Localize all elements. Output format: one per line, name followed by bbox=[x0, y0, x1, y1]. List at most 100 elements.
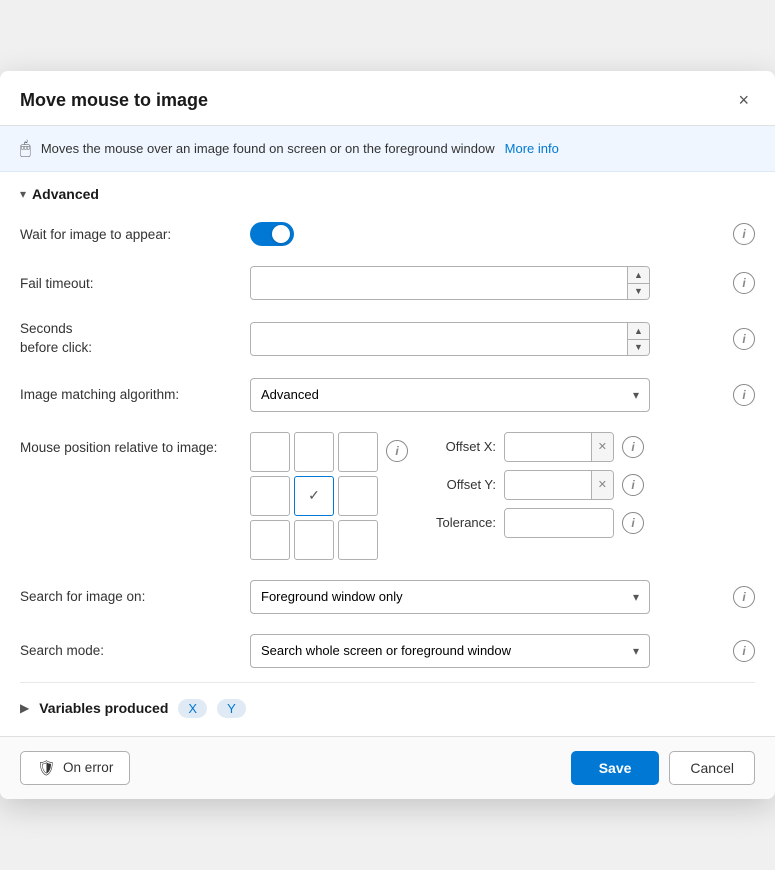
image-matching-info[interactable]: i bbox=[733, 384, 755, 406]
position-grid: ✓ bbox=[250, 432, 378, 560]
offset-y-clear[interactable]: ✕ bbox=[591, 471, 613, 499]
chevron-down-icon3: ▾ bbox=[633, 644, 639, 658]
image-matching-dropdown[interactable]: Advanced ▾ bbox=[250, 378, 650, 412]
offset-x-info[interactable]: i bbox=[622, 436, 644, 458]
mouse-position-control: ✓ i Offset X: 0 ✕ bbox=[250, 432, 755, 560]
dialog-header: Move mouse to image × bbox=[0, 71, 775, 126]
offset-y-label: Offset Y: bbox=[426, 477, 496, 492]
mouse-position-row: Mouse position relative to image: ✓ bbox=[20, 422, 755, 570]
offset-y-input[interactable]: 0 bbox=[505, 471, 591, 499]
mouse-position-label: Mouse position relative to image: bbox=[20, 432, 240, 455]
advanced-section-label: Advanced bbox=[32, 186, 99, 202]
toggle-thumb bbox=[272, 225, 290, 243]
tolerance-spinner: 10 ▲ ▼ bbox=[504, 508, 614, 538]
fail-timeout-control: 30 ▲ ▼ bbox=[250, 266, 723, 300]
search-for-image-dropdown[interactable]: Foreground window only ▾ bbox=[250, 580, 650, 614]
wait-for-image-info[interactable]: i bbox=[733, 223, 755, 245]
position-cell-mr[interactable] bbox=[338, 476, 378, 516]
save-button[interactable]: Save bbox=[571, 751, 660, 785]
position-grid-info[interactable]: i bbox=[386, 440, 408, 462]
fail-timeout-label: Fail timeout: bbox=[20, 276, 240, 291]
fail-timeout-input[interactable]: 30 bbox=[251, 267, 627, 299]
search-mode-info[interactable]: i bbox=[733, 640, 755, 662]
chevron-down-icon2: ▾ bbox=[633, 590, 639, 604]
more-info-link[interactable]: More info bbox=[505, 141, 559, 156]
info-banner-text: Moves the mouse over an image found on s… bbox=[41, 141, 495, 156]
variables-expand-icon: ▶ bbox=[20, 701, 29, 715]
fail-timeout-info[interactable]: i bbox=[733, 272, 755, 294]
seconds-before-click-down[interactable]: ▼ bbox=[628, 340, 649, 356]
image-matching-control: Advanced ▾ bbox=[250, 378, 723, 412]
position-cell-bc[interactable] bbox=[294, 520, 334, 560]
tolerance-input[interactable]: 10 bbox=[505, 509, 614, 537]
seconds-before-click-spinner: 0 ▲ ▼ bbox=[250, 322, 650, 356]
variable-badge-x: X bbox=[178, 699, 207, 718]
variable-badge-y: Y bbox=[217, 699, 246, 718]
position-cell-br[interactable] bbox=[338, 520, 378, 560]
seconds-before-click-input[interactable]: 0 bbox=[251, 323, 627, 355]
variables-row[interactable]: ▶ Variables produced X Y bbox=[20, 687, 755, 726]
fail-timeout-spinner: 30 ▲ ▼ bbox=[250, 266, 650, 300]
dialog-container: Move mouse to image × 🖱 Moves the mouse … bbox=[0, 71, 775, 799]
tolerance-label: Tolerance: bbox=[426, 515, 496, 530]
seconds-before-click-label: Seconds before click: bbox=[20, 320, 240, 358]
fail-timeout-up[interactable]: ▲ bbox=[628, 267, 649, 284]
seconds-before-click-info[interactable]: i bbox=[733, 328, 755, 350]
position-cell-tc[interactable] bbox=[294, 432, 334, 472]
wait-for-image-row: Wait for image to appear: i bbox=[20, 212, 755, 256]
offset-y-input-wrap: 0 ✕ bbox=[504, 470, 614, 500]
offset-y-row: Offset Y: 0 ✕ i bbox=[426, 470, 644, 500]
dialog-body: ▾ Advanced Wait for image to appear: i F… bbox=[0, 172, 775, 736]
seconds-before-click-row: Seconds before click: 0 ▲ ▼ i bbox=[20, 310, 755, 368]
offset-x-input[interactable]: 0 bbox=[505, 433, 591, 461]
offset-area: Offset X: 0 ✕ i Offset Y: 0 ✕ bbox=[426, 432, 644, 538]
mouse-position-section: ✓ i Offset X: 0 ✕ bbox=[250, 432, 644, 560]
search-for-image-control: Foreground window only ▾ bbox=[250, 580, 723, 614]
section-divider bbox=[20, 682, 755, 683]
offset-x-label: Offset X: bbox=[426, 439, 496, 454]
image-matching-row: Image matching algorithm: Advanced ▾ i bbox=[20, 368, 755, 422]
search-mode-control: Search whole screen or foreground window… bbox=[250, 634, 723, 668]
dialog-footer: 🛡 On error Save Cancel bbox=[0, 736, 775, 799]
search-for-image-value: Foreground window only bbox=[261, 589, 403, 604]
position-cell-tl[interactable] bbox=[250, 432, 290, 472]
advanced-section-header[interactable]: ▾ Advanced bbox=[20, 172, 755, 212]
fail-timeout-spinner-buttons: ▲ ▼ bbox=[627, 267, 649, 299]
search-mode-label: Search mode: bbox=[20, 643, 240, 658]
tolerance-info[interactable]: i bbox=[622, 512, 644, 534]
fail-timeout-down[interactable]: ▼ bbox=[628, 284, 649, 300]
mouse-icon: 🖱 bbox=[20, 138, 31, 159]
collapse-icon: ▾ bbox=[20, 187, 26, 201]
position-cell-ml[interactable] bbox=[250, 476, 290, 516]
shield-icon: 🛡 bbox=[37, 759, 56, 777]
fail-timeout-row: Fail timeout: 30 ▲ ▼ i bbox=[20, 256, 755, 310]
offset-x-clear[interactable]: ✕ bbox=[591, 433, 613, 461]
wait-for-image-control bbox=[250, 222, 723, 246]
position-cell-bl[interactable] bbox=[250, 520, 290, 560]
info-banner: 🖱 Moves the mouse over an image found on… bbox=[0, 126, 775, 172]
offset-y-info[interactable]: i bbox=[622, 474, 644, 496]
search-for-image-row: Search for image on: Foreground window o… bbox=[20, 570, 755, 624]
footer-actions: Save Cancel bbox=[571, 751, 755, 785]
wait-for-image-label: Wait for image to appear: bbox=[20, 227, 240, 242]
search-mode-dropdown[interactable]: Search whole screen or foreground window… bbox=[250, 634, 650, 668]
wait-for-image-toggle[interactable] bbox=[250, 222, 294, 246]
seconds-before-click-control: 0 ▲ ▼ bbox=[250, 322, 723, 356]
cancel-button[interactable]: Cancel bbox=[669, 751, 755, 785]
tolerance-row: Tolerance: 10 ▲ ▼ i bbox=[426, 508, 644, 538]
offset-x-input-wrap: 0 ✕ bbox=[504, 432, 614, 462]
position-cell-mc[interactable]: ✓ bbox=[294, 476, 334, 516]
position-cell-tr[interactable] bbox=[338, 432, 378, 472]
dialog-title: Move mouse to image bbox=[20, 90, 208, 111]
on-error-button[interactable]: 🛡 On error bbox=[20, 751, 130, 785]
variables-label: Variables produced bbox=[39, 700, 168, 716]
on-error-label: On error bbox=[63, 760, 113, 775]
close-button[interactable]: × bbox=[732, 89, 755, 111]
search-mode-value: Search whole screen or foreground window bbox=[261, 643, 511, 658]
seconds-before-click-up[interactable]: ▲ bbox=[628, 323, 649, 340]
search-mode-row: Search mode: Search whole screen or fore… bbox=[20, 624, 755, 678]
search-for-image-info[interactable]: i bbox=[733, 586, 755, 608]
search-for-image-label: Search for image on: bbox=[20, 589, 240, 604]
chevron-down-icon: ▾ bbox=[633, 388, 639, 402]
image-matching-label: Image matching algorithm: bbox=[20, 387, 240, 402]
